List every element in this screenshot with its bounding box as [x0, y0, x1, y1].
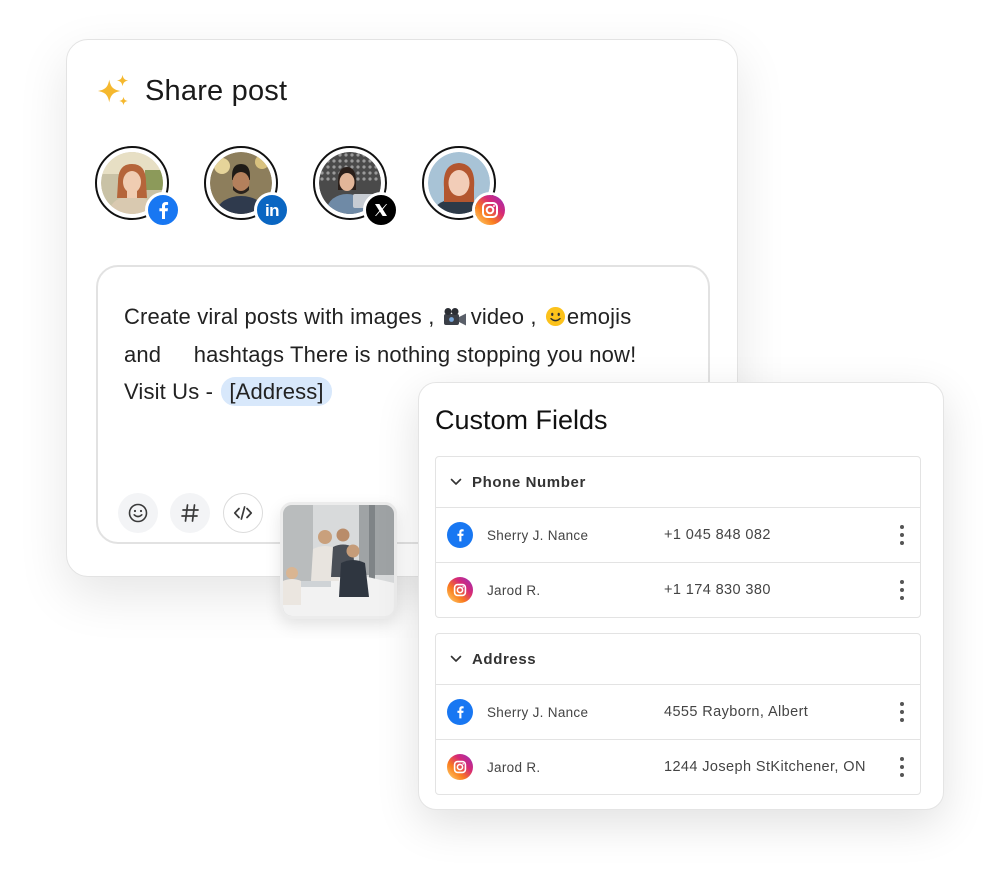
field-value: +1 045 848 082 [664, 527, 771, 543]
linkedin-icon: in [254, 192, 290, 228]
more-options-icon[interactable] [898, 757, 906, 777]
chevron-down-icon [450, 478, 462, 486]
account-avatar-linkedin[interactable]: in [204, 146, 290, 228]
post-text-line: and [124, 341, 162, 367]
table-row: Jarod R. +1 174 830 380 [436, 562, 920, 617]
custom-field-section-phone: Phone Number Sherry J. Nance +1 045 848 … [435, 456, 921, 618]
attached-photo-thumbnail[interactable] [280, 502, 397, 619]
section-header-phone[interactable]: Phone Number [436, 457, 920, 508]
account-avatar-x[interactable] [313, 146, 399, 228]
field-value: +1 174 830 380 [664, 582, 771, 598]
custom-fields-title: Custom Fields [435, 405, 608, 435]
instagram-icon [472, 192, 508, 228]
hashtag-icon [181, 504, 199, 522]
code-button[interactable] [223, 493, 263, 533]
section-label: Phone Number [472, 473, 586, 491]
address-field-chip[interactable]: [Address] [221, 377, 332, 406]
video-camera-icon [443, 308, 466, 326]
instagram-icon [447, 754, 473, 780]
emoji-button[interactable] [118, 493, 158, 533]
account-avatar-facebook[interactable] [95, 146, 181, 228]
table-row: Sherry J. Nance +1 045 848 082 [436, 508, 920, 562]
field-value: 4555 Rayborn, Albert [664, 704, 809, 720]
instagram-icon [447, 577, 473, 603]
post-text-line: video , [470, 304, 537, 329]
post-text-line: Visit Us - [124, 379, 214, 404]
post-text-line: Create viral posts with images , [124, 304, 435, 329]
custom-fields-card: Custom Fields Phone Number Sherry J. Nan… [418, 382, 944, 810]
contact-name: Jarod R. [487, 759, 541, 775]
table-row: Jarod R. 1244 Joseph StKitchener, ON [436, 739, 920, 794]
table-row: Sherry J. Nance 4555 Rayborn, Albert [436, 685, 920, 739]
custom-field-section-address: Address Sherry J. Nance 4555 Rayborn, Al… [435, 633, 921, 795]
section-label: Address [472, 650, 537, 668]
more-options-icon[interactable] [898, 580, 906, 600]
more-options-icon[interactable] [898, 525, 906, 545]
smiley-icon [128, 503, 148, 523]
post-text-line: hashtags There is nothing stopping you n… [193, 341, 637, 367]
field-value: 1244 Joseph StKitchener, ON [664, 759, 866, 775]
contact-name: Jarod R. [487, 582, 541, 598]
share-post-header: Share post [95, 72, 287, 110]
smiley-emoji-icon [545, 306, 565, 327]
sparkle-icon [97, 74, 129, 106]
x-icon [363, 192, 399, 228]
facebook-icon [447, 522, 473, 548]
office-meeting-image [283, 505, 394, 616]
contact-name: Sherry J. Nance [487, 704, 589, 720]
share-post-title: Share post [145, 74, 288, 107]
account-avatar-instagram[interactable] [422, 146, 508, 228]
more-options-icon[interactable] [898, 702, 906, 722]
section-header-address[interactable]: Address [436, 634, 920, 685]
contact-name: Sherry J. Nance [487, 527, 589, 543]
code-icon [233, 506, 253, 520]
facebook-icon [145, 192, 181, 228]
facebook-icon [447, 699, 473, 725]
hashtag-button[interactable] [170, 493, 210, 533]
chevron-down-icon [450, 655, 462, 663]
post-text-line: emojis [566, 304, 632, 329]
